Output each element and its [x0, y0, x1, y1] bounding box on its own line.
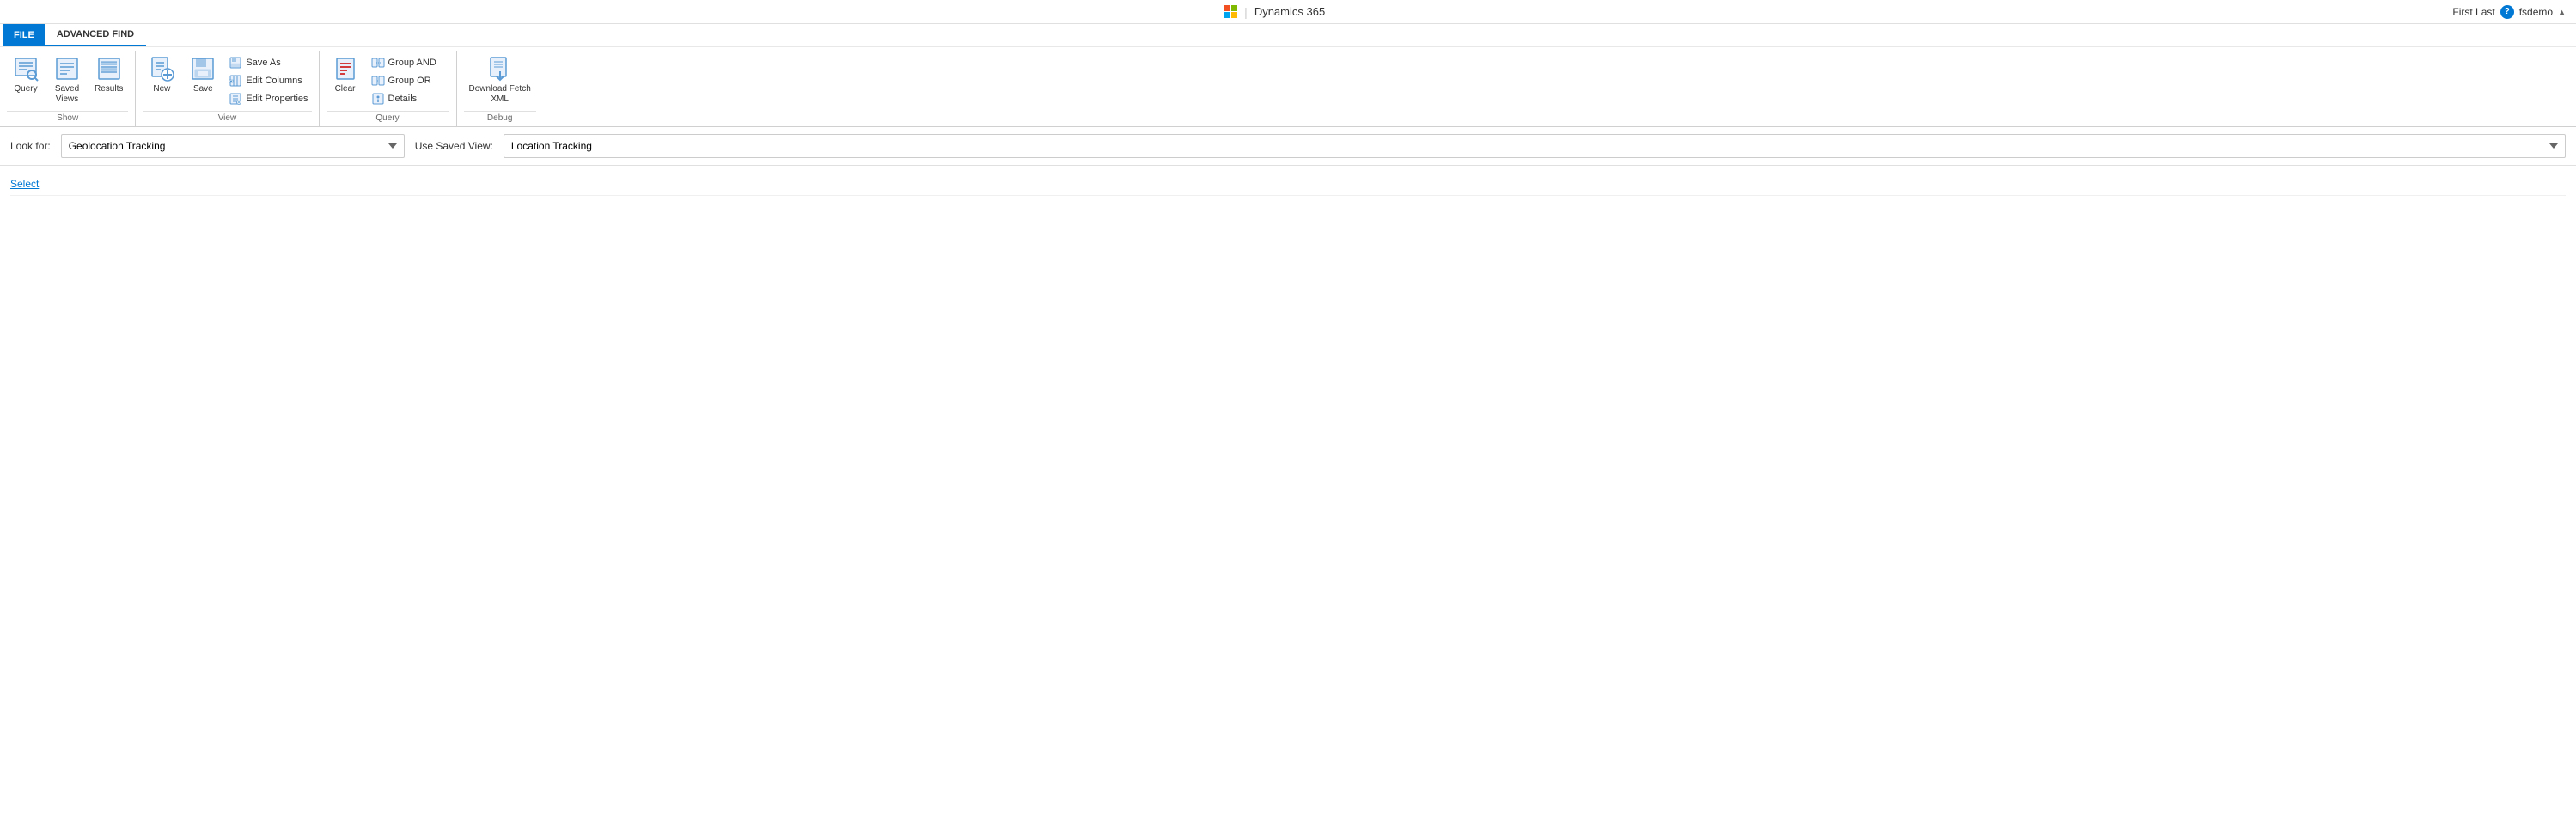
filter-row: Select — [10, 173, 2566, 196]
ribbon: FILE ADVANCED FIND — [0, 24, 2576, 127]
ribbon-tabs: FILE ADVANCED FIND — [0, 24, 2576, 46]
main-content: Select — [0, 166, 2576, 203]
help-icon[interactable]: ? — [2500, 5, 2514, 19]
select-link[interactable]: Select — [10, 178, 39, 190]
look-for-label: Look for: — [10, 140, 51, 152]
ribbon-group-show: Query Saved Views — [0, 51, 136, 126]
query-stacked-buttons: Group AND Group OR — [368, 52, 449, 109]
debug-group-label: Debug — [464, 111, 536, 126]
top-bar-center: | Dynamics 365 — [1224, 5, 1325, 19]
saved-views-label: Saved Views — [55, 84, 79, 105]
group-and-icon — [371, 56, 385, 70]
view-group-layout: New Save — [143, 51, 311, 111]
new-icon — [148, 55, 175, 82]
save-label: Save — [193, 84, 213, 94]
ribbon-group-query: Clear Group AND — [320, 51, 457, 126]
clear-icon — [332, 55, 359, 82]
ribbon-group-debug: Download Fetch XML Debug — [457, 51, 543, 126]
group-or-button[interactable]: Group OR — [368, 72, 449, 89]
edit-properties-button[interactable]: Edit Properties — [225, 90, 311, 107]
debug-group-items: Download Fetch XML — [464, 51, 536, 111]
save-as-icon — [229, 56, 242, 70]
tab-file[interactable]: FILE — [3, 24, 45, 46]
save-as-label: Save As — [246, 58, 280, 68]
ribbon-content: Query Saved Views — [0, 46, 2576, 126]
details-label: Details — [388, 94, 418, 104]
look-for-select[interactable]: Geolocation Tracking — [61, 134, 405, 158]
use-saved-view-select[interactable]: Location Tracking — [504, 134, 2566, 158]
save-button[interactable]: Save — [184, 52, 222, 97]
view-stacked-buttons: Save As — [225, 52, 311, 109]
group-and-button[interactable]: Group AND — [368, 54, 449, 71]
new-label: New — [153, 84, 170, 94]
edit-columns-button[interactable]: Edit Columns — [225, 72, 311, 89]
view-group-label: View — [143, 111, 311, 126]
user-area: First Last ? fsdemo ▲ — [2452, 5, 2566, 19]
clear-label: Clear — [335, 84, 356, 94]
group-or-label: Group OR — [388, 76, 431, 86]
user-username: fsdemo — [2519, 6, 2553, 18]
lookup-bar: Look for: Geolocation Tracking Use Saved… — [0, 127, 2576, 166]
details-icon — [371, 92, 385, 106]
query-button[interactable]: Query — [7, 52, 45, 97]
edit-properties-icon — [229, 92, 242, 106]
tab-advanced-find[interactable]: ADVANCED FIND — [45, 24, 146, 46]
user-name: First Last — [2452, 6, 2494, 18]
download-fetch-xml-label: Download Fetch XML — [469, 84, 531, 105]
microsoft-logo — [1224, 5, 1237, 19]
query-icon — [12, 55, 40, 82]
edit-columns-icon — [229, 74, 242, 88]
top-bar: | Dynamics 365 First Last ? fsdemo ▲ — [0, 0, 2576, 24]
top-bar-separator: | — [1244, 5, 1248, 19]
group-and-label: Group AND — [388, 58, 436, 68]
show-group-items: Query Saved Views — [7, 51, 128, 111]
ribbon-group-view: New Save — [136, 51, 319, 126]
edit-properties-label: Edit Properties — [246, 94, 308, 104]
query-group-layout: Clear Group AND — [327, 51, 449, 111]
query-group-label: Query — [327, 111, 449, 126]
query-label: Query — [14, 84, 37, 94]
results-button[interactable]: Results — [89, 52, 128, 97]
use-saved-view-label: Use Saved View: — [415, 140, 493, 152]
download-fetch-xml-button[interactable]: Download Fetch XML — [464, 52, 536, 107]
save-icon — [189, 55, 217, 82]
show-group-label: Show — [7, 111, 128, 126]
saved-views-button[interactable]: Saved Views — [48, 52, 86, 107]
download-fetch-xml-icon — [486, 55, 514, 82]
save-as-button[interactable]: Save As — [225, 54, 311, 71]
clear-button[interactable]: Clear — [327, 52, 364, 97]
user-chevron-icon[interactable]: ▲ — [2558, 8, 2566, 16]
saved-views-icon — [53, 55, 81, 82]
details-button[interactable]: Details — [368, 90, 449, 107]
results-label: Results — [95, 84, 123, 94]
group-or-icon — [371, 74, 385, 88]
results-icon — [95, 55, 123, 82]
app-name: Dynamics 365 — [1254, 5, 1325, 18]
edit-columns-label: Edit Columns — [246, 76, 302, 86]
new-button[interactable]: New — [143, 52, 180, 97]
